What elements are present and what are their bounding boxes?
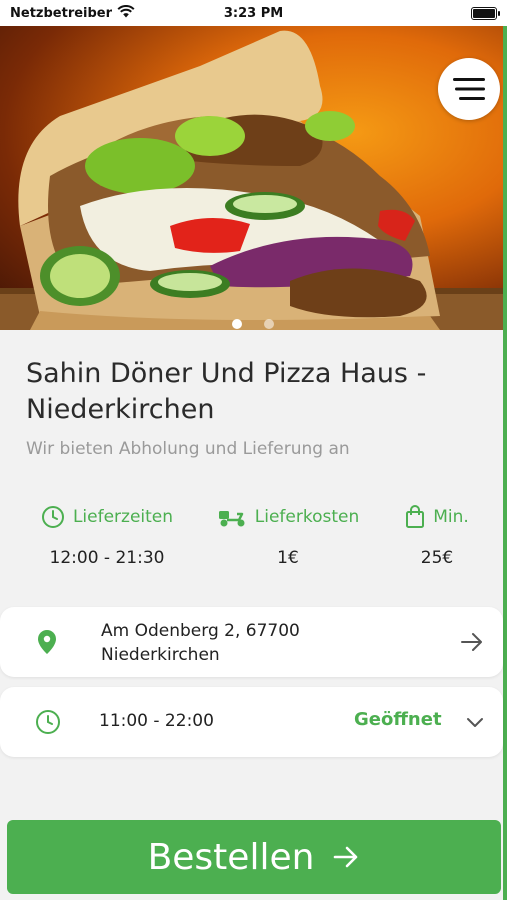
scooter-icon (218, 511, 245, 527)
hamburger-menu-icon (453, 78, 485, 100)
wifi-icon (117, 4, 135, 22)
address-line-2: Niederkirchen (101, 645, 220, 665)
minimum-order-label: Min. (433, 507, 469, 527)
clock-icon (35, 709, 61, 739)
minimum-order-info: Min. 25€ (402, 503, 472, 568)
restaurant-subtitle: Wir bieten Abholung und Lieferung an (26, 439, 350, 459)
restaurant-name: Sahin Döner Und Pizza Haus - Niederkirch… (26, 358, 427, 425)
carousel-dot[interactable] (264, 319, 274, 329)
opening-hours-value: 11:00 - 22:00 (99, 711, 214, 731)
carrier-name: Netzbetreiber (10, 5, 113, 21)
minimum-order-value: 25€ (420, 548, 454, 568)
opening-hours-card[interactable]: 11:00 - 22:00 Geöffnet (0, 687, 503, 757)
location-pin-icon (36, 629, 58, 659)
shopping-bag-icon (406, 505, 425, 528)
delivery-times-info: Lieferzeiten 12:00 - 21:30 (37, 503, 177, 568)
delivery-times-label: Lieferzeiten (72, 507, 174, 527)
delivery-info: Lieferzeiten 12:00 - 21:30 Lieferkosten … (0, 503, 503, 583)
address-line-1: Am Odenberg 2, 67700 (101, 621, 300, 641)
address-text: Am Odenberg 2, 67700 Niederkirchen (101, 619, 300, 667)
address-card[interactable]: Am Odenberg 2, 67700 Niederkirchen (0, 607, 503, 677)
doner-kebab-photo (0, 30, 503, 330)
order-button-label: Bestellen (147, 836, 315, 878)
delivery-costs-label: Lieferkosten (254, 507, 360, 527)
delivery-times-value: 12:00 - 21:30 (49, 548, 165, 568)
arrow-right-icon (332, 837, 360, 878)
carousel-dot[interactable] (232, 319, 242, 329)
chevron-down-icon[interactable] (466, 714, 484, 733)
battery-level (473, 8, 495, 18)
hero-image[interactable] (0, 26, 503, 330)
clock-icon (41, 506, 64, 528)
delivery-costs-info: Lieferkosten 1€ (213, 503, 363, 568)
menu-button[interactable] (438, 58, 500, 120)
status-bar: Netzbetreiber 3:23 PM (0, 0, 507, 26)
delivery-costs-value: 1€ (277, 548, 299, 568)
battery-icon (471, 6, 500, 20)
order-button[interactable]: Bestellen (7, 820, 501, 894)
accent-strip (503, 26, 507, 900)
arrow-right-icon[interactable] (460, 631, 484, 657)
carousel-dots (232, 319, 274, 329)
open-status: Geöffnet (354, 709, 442, 730)
